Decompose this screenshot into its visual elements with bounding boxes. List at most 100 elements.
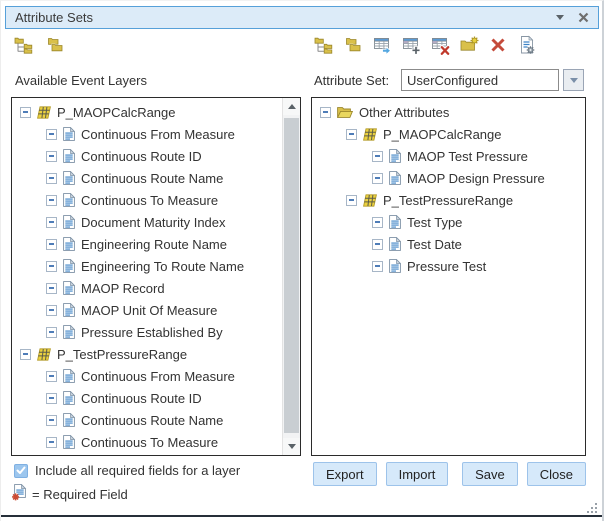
include-required-checkbox[interactable] [14, 464, 28, 478]
save-button[interactable]: Save [462, 462, 518, 486]
scroll-up-icon[interactable] [283, 98, 300, 115]
collapse-toggle-icon[interactable] [20, 107, 31, 118]
collapse-toggle-icon[interactable] [46, 239, 57, 250]
include-required-label: Include all required fields for a layer [35, 463, 240, 478]
collapse-toggle-icon[interactable] [372, 261, 383, 272]
tree-item-label: Continuous Route Name [81, 171, 223, 186]
tree-item[interactable]: Other Attributes [312, 101, 585, 123]
table-delete-icon[interactable] [429, 34, 451, 56]
collapse-toggle-icon[interactable] [372, 151, 383, 162]
event-layer-icon [37, 348, 51, 361]
tree-item-label: Test Date [407, 237, 462, 252]
collapse-toggle-icon[interactable] [320, 107, 331, 118]
toolbar [1, 34, 602, 58]
tree-item[interactable]: Continuous From Measure [12, 365, 300, 387]
chevron-down-icon[interactable] [556, 15, 564, 20]
collapse-toggle-icon[interactable] [372, 217, 383, 228]
attribute-set-dropdown-button[interactable] [563, 69, 584, 91]
collapse-toggle-icon[interactable] [46, 437, 57, 448]
tree-item-label: MAOP Design Pressure [407, 171, 545, 186]
tree-item[interactable]: P_TestPressureRange [312, 189, 585, 211]
titlebar[interactable]: Attribute Sets [5, 6, 599, 29]
scrollbar[interactable] [282, 98, 300, 455]
tree-item[interactable]: Continuous To Measure [12, 431, 300, 453]
collapse-toggle-icon[interactable] [372, 239, 383, 250]
field-icon [63, 413, 75, 427]
available-layers-tree: P_MAOPCalcRange [12, 98, 300, 453]
tree-item[interactable]: Test Type [312, 211, 585, 233]
collapse-toggle-icon[interactable] [46, 305, 57, 316]
scrollbar-thumb[interactable] [284, 118, 299, 433]
field-icon [63, 369, 75, 383]
table-add-icon[interactable] [400, 34, 422, 56]
collapse-toggle-icon[interactable] [46, 261, 57, 272]
tree-item[interactable]: Document Maturity Index [12, 211, 300, 233]
tree-item-label: Continuous To Measure [81, 193, 218, 208]
tree-item[interactable]: P_TestPressureRange [12, 343, 300, 365]
document-gear-icon[interactable] [516, 34, 538, 56]
collapse-toggle-icon[interactable] [46, 217, 57, 228]
tree-item[interactable]: Continuous Route ID [12, 387, 300, 409]
tree-item[interactable]: MAOP Design Pressure [312, 167, 585, 189]
tree-item[interactable]: MAOP Record [12, 277, 300, 299]
table-export-icon[interactable] [371, 34, 393, 56]
collapse-layer-tree-icon[interactable] [44, 34, 66, 56]
tree-item-label: Document Maturity Index [81, 215, 226, 230]
field-icon [63, 237, 75, 251]
tree-item[interactable]: Continuous To Measure [12, 189, 300, 211]
tree-item-label: P_TestPressureRange [383, 193, 513, 208]
collapse-toggle-icon[interactable] [46, 371, 57, 382]
collapse-toggle-icon[interactable] [46, 393, 57, 404]
collapse-toggle-icon[interactable] [46, 327, 57, 338]
close-button[interactable]: Close [527, 462, 586, 486]
tree-item[interactable]: P_MAOPCalcRange [12, 101, 300, 123]
delete-x-icon[interactable] [487, 34, 509, 56]
tree-item[interactable]: Engineering To Route Name [12, 255, 300, 277]
folder-gear-icon[interactable] [458, 34, 480, 56]
tree-item-label: MAOP Unit Of Measure [81, 303, 217, 318]
collapse-toggle-icon[interactable] [46, 151, 57, 162]
chevron-down-icon [570, 78, 578, 83]
tree-item[interactable]: MAOP Test Pressure [312, 145, 585, 167]
tree-item[interactable]: Continuous Route ID [12, 145, 300, 167]
tree-item[interactable]: Continuous From Measure [12, 123, 300, 145]
collapse-toggle-icon[interactable] [46, 283, 57, 294]
field-icon [389, 171, 401, 185]
dialog-title: Attribute Sets [15, 10, 556, 25]
attribute-set-value: UserConfigured [407, 73, 498, 88]
collapse-attribute-tree-icon[interactable] [342, 34, 364, 56]
scroll-down-icon[interactable] [283, 438, 300, 455]
available-layers-panel: P_MAOPCalcRange [11, 97, 301, 456]
export-button[interactable]: Export [313, 462, 377, 486]
tree-item[interactable]: Continuous Route Name [12, 409, 300, 431]
collapse-toggle-icon[interactable] [346, 129, 357, 140]
footer-buttons: Export Import Save Close [313, 462, 586, 486]
collapse-toggle-icon[interactable] [20, 349, 31, 360]
collapse-toggle-icon[interactable] [46, 173, 57, 184]
tree-item[interactable]: MAOP Unit Of Measure [12, 299, 300, 321]
collapse-toggle-icon[interactable] [372, 173, 383, 184]
close-icon[interactable] [578, 12, 589, 23]
attribute-set-panel: Other Attributes [311, 97, 586, 456]
tree-item[interactable]: Pressure Test [312, 255, 585, 277]
collapse-toggle-icon[interactable] [46, 415, 57, 426]
tree-item[interactable]: P_MAOPCalcRange [312, 123, 585, 145]
attribute-set-select[interactable]: UserConfigured [401, 69, 559, 91]
tree-item-label: P_MAOPCalcRange [57, 105, 176, 120]
tree-item[interactable]: Continuous Route Name [12, 167, 300, 189]
attribute-set-label: Attribute Set: [314, 73, 389, 88]
tree-item-label: Continuous Route ID [81, 391, 202, 406]
tree-item-label: Pressure Established By [81, 325, 223, 340]
expand-attribute-tree-icon[interactable] [313, 34, 335, 56]
tree-item-label: Test Type [407, 215, 462, 230]
resize-grip[interactable] [585, 501, 597, 513]
tree-item[interactable]: Test Date [312, 233, 585, 255]
tree-item[interactable]: Engineering Route Name [12, 233, 300, 255]
import-button[interactable]: Import [386, 462, 449, 486]
tree-item[interactable]: Pressure Established By [12, 321, 300, 343]
field-icon [63, 303, 75, 317]
collapse-toggle-icon[interactable] [346, 195, 357, 206]
expand-layer-tree-icon[interactable] [13, 34, 35, 56]
collapse-toggle-icon[interactable] [46, 195, 57, 206]
collapse-toggle-icon[interactable] [46, 129, 57, 140]
